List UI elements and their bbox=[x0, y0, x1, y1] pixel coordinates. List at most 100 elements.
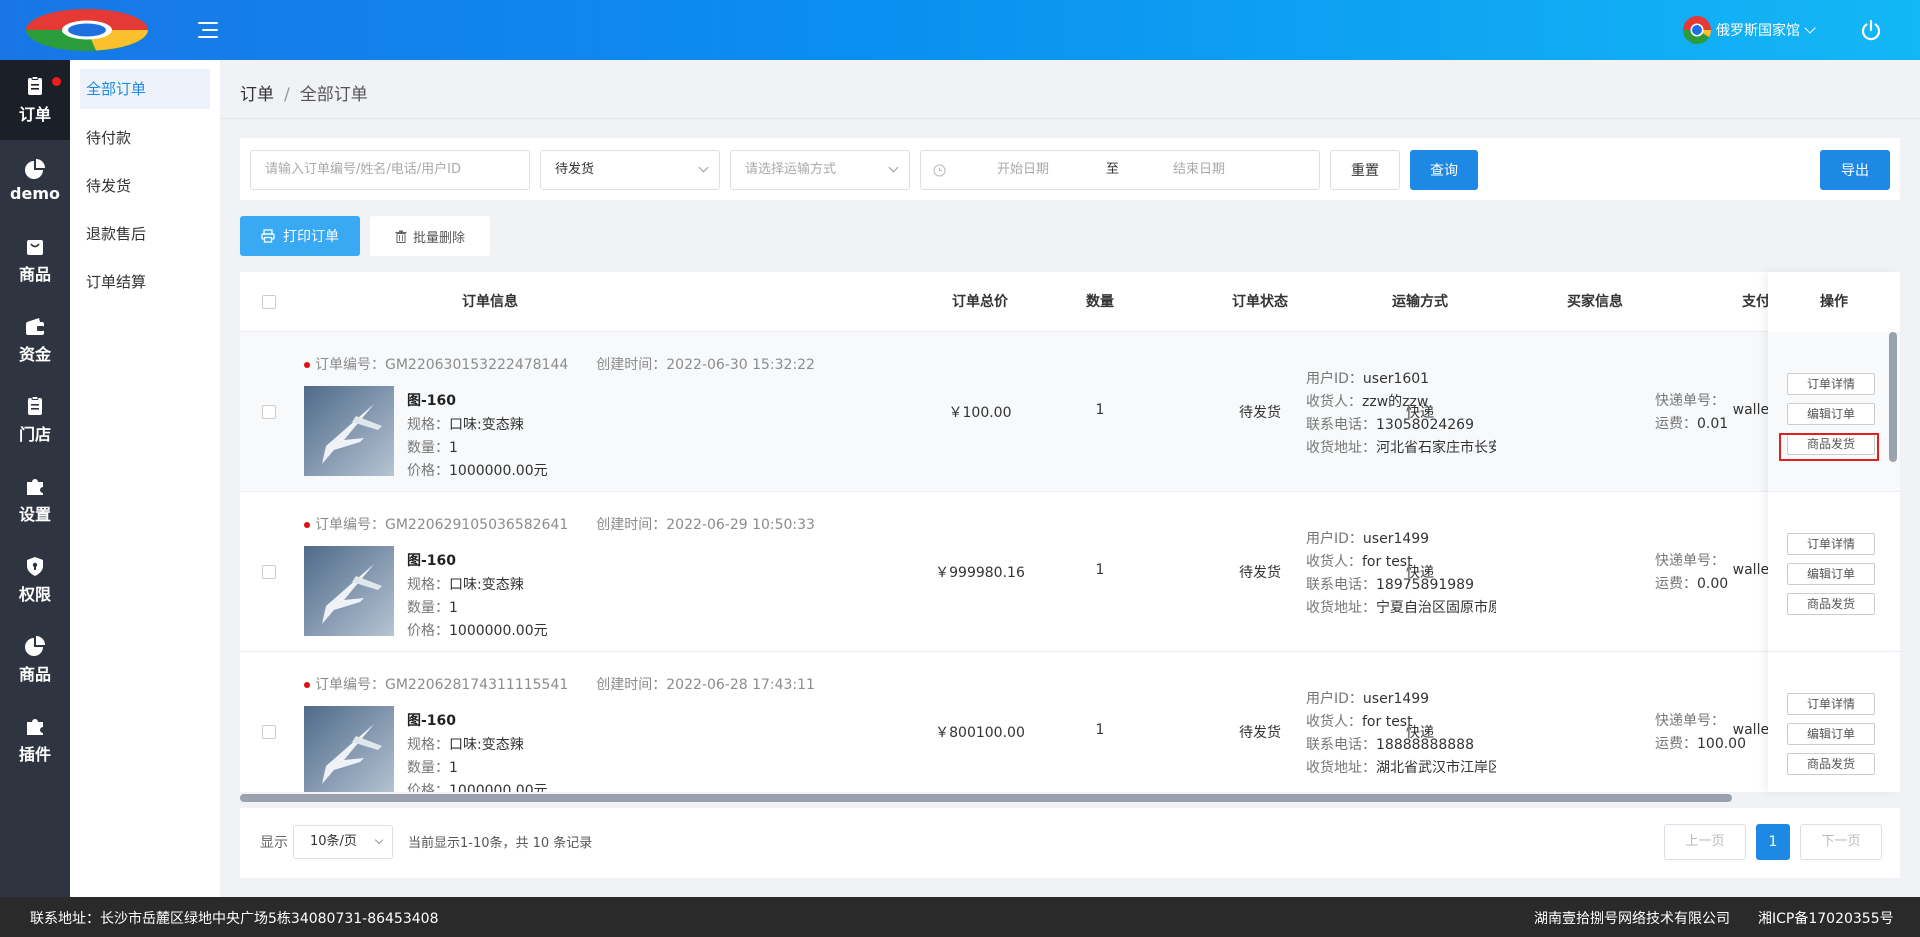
product-price: 价格：1000000.00元 bbox=[407, 623, 548, 639]
row-checkbox[interactable] bbox=[262, 725, 276, 739]
edit-order-button[interactable]: 编辑订单 bbox=[1787, 563, 1875, 585]
sidebar-item-stores[interactable]: 门店 bbox=[0, 380, 70, 460]
submenu-pending-payment[interactable]: 待付款 bbox=[80, 118, 210, 158]
notification-badge bbox=[52, 77, 61, 86]
next-page-button[interactable]: 下一页 bbox=[1800, 824, 1882, 860]
status-dot bbox=[304, 362, 310, 368]
submenu-all-orders[interactable]: 全部订单 bbox=[80, 69, 210, 109]
trash-icon bbox=[395, 230, 407, 243]
buyer-receiver: 收货人：for test bbox=[1306, 714, 1413, 730]
sidebar-item-plugins[interactable]: 插件 bbox=[0, 700, 70, 780]
col-status: 订单状态 bbox=[1232, 294, 1288, 310]
submenu-refund-aftersale[interactable]: 退款售后 bbox=[80, 214, 210, 254]
browser-logo[interactable] bbox=[26, 9, 148, 51]
chevron-down-icon[interactable] bbox=[1804, 22, 1816, 34]
product-spec: 规格：口味:变态辣 bbox=[407, 417, 524, 433]
reset-button[interactable]: 重置 bbox=[1330, 150, 1400, 190]
edit-order-button[interactable]: 编辑订单 bbox=[1787, 723, 1875, 745]
status-select[interactable]: 待发货 bbox=[540, 150, 720, 190]
created-label: 创建时间： bbox=[596, 357, 667, 373]
submenu: 全部订单 待付款 待发货 退款售后 订单结算 bbox=[70, 60, 220, 897]
sidebar-item-products[interactable]: 商品 bbox=[0, 220, 70, 300]
product-thumbnail[interactable] bbox=[304, 546, 394, 636]
order-no: GM220628174311115541 bbox=[385, 677, 569, 693]
power-icon[interactable] bbox=[1860, 19, 1882, 41]
sidebar-item-orders[interactable]: 订单 bbox=[0, 60, 70, 140]
search-input[interactable]: 请输入订单编号/姓名/电话/用户ID bbox=[250, 150, 530, 190]
sidebar-item-funds[interactable]: 资金 bbox=[0, 300, 70, 380]
filter-bar: 请输入订单编号/姓名/电话/用户ID 待发货 请选择运输方式 开始日期 至 结束… bbox=[240, 138, 1900, 200]
batch-delete-button[interactable]: 批量删除 bbox=[370, 216, 490, 256]
submenu-order-settlement[interactable]: 订单结算 bbox=[80, 262, 210, 302]
batch-delete-label: 批量删除 bbox=[412, 230, 465, 246]
highlight-box bbox=[1779, 433, 1879, 461]
buyer-receiver: 收货人：zzw的zzw bbox=[1306, 394, 1429, 410]
footer-icp[interactable]: 湘ICP备17020355号 bbox=[1758, 908, 1894, 928]
col-qty: 数量 bbox=[1086, 294, 1114, 310]
table-row: 订单编号：GM220628174311115541 创建时间：2022-06-28… bbox=[240, 652, 1900, 792]
breadcrumb-root[interactable]: 订单 bbox=[240, 85, 274, 105]
product-spec: 规格：口味:变态辣 bbox=[407, 577, 524, 593]
product-thumbnail[interactable] bbox=[304, 386, 394, 476]
tracking-number: 快递单号： bbox=[1655, 553, 1725, 569]
user-menu[interactable]: 俄罗斯国家馆 bbox=[1682, 14, 1816, 46]
order-status: 待发货 bbox=[1239, 405, 1281, 421]
order-count: 1 bbox=[1095, 722, 1105, 738]
created-label: 创建时间： bbox=[596, 517, 667, 533]
product-qty: 数量：1 bbox=[407, 600, 458, 616]
sidebar-item-demo[interactable]: demo bbox=[0, 140, 70, 220]
orders-table: 订单信息 订单总价 数量 订单状态 运输方式 买家信息 支付方法 订单编号：GM… bbox=[240, 272, 1900, 792]
vertical-scrollbar[interactable] bbox=[1889, 332, 1897, 462]
row-checkbox[interactable] bbox=[262, 405, 276, 419]
edit-order-button[interactable]: 编辑订单 bbox=[1787, 403, 1875, 425]
sidebar-item-label: 订单 bbox=[18, 105, 51, 124]
product-spec: 规格：口味:变态辣 bbox=[407, 737, 524, 753]
submenu-pending-shipment[interactable]: 待发货 bbox=[80, 166, 210, 206]
footer-company: 湖南壹拾捌号网络技术有限公司 bbox=[1534, 911, 1730, 927]
buyer-address: 收货地址：宁夏自治区固原市原州区 bbox=[1306, 600, 1496, 616]
select-all-checkbox[interactable] bbox=[262, 295, 276, 309]
status-dot bbox=[304, 682, 310, 688]
page-1-button[interactable]: 1 bbox=[1756, 824, 1790, 860]
horizontal-scrollbar[interactable] bbox=[240, 794, 1732, 802]
order-detail-button[interactable]: 订单详情 bbox=[1787, 693, 1875, 715]
product-qty: 数量：1 bbox=[407, 440, 458, 456]
tracking-number: 快递单号： bbox=[1655, 713, 1725, 729]
start-date-input[interactable]: 开始日期 bbox=[997, 151, 1049, 189]
user-name[interactable]: 俄罗斯国家馆 bbox=[1716, 20, 1800, 40]
created-time: 2022-06-28 17:43:11 bbox=[666, 677, 815, 693]
sidebar-item-goods[interactable]: 商品 bbox=[0, 620, 70, 700]
shipping-select[interactable]: 请选择运输方式 bbox=[730, 150, 910, 190]
clock-icon bbox=[933, 164, 946, 177]
sidebar-item-label: 商品 bbox=[18, 665, 51, 684]
date-range-picker[interactable]: 开始日期 至 结束日期 bbox=[920, 150, 1320, 190]
buyer-phone: 联系电话：13058024269 bbox=[1306, 417, 1474, 433]
buyer-address: 收货地址：湖北省武汉市江岸区 bbox=[1306, 760, 1496, 776]
row-checkbox[interactable] bbox=[262, 565, 276, 579]
buyer-uid: 用户ID：user1499 bbox=[1306, 691, 1430, 707]
page-size-select[interactable]: 10条/页 bbox=[293, 825, 393, 859]
product-thumbnail[interactable] bbox=[304, 706, 394, 792]
query-button[interactable]: 查询 bbox=[1410, 150, 1478, 190]
product-title: 图-160 bbox=[407, 713, 457, 729]
sidebar-item-permissions[interactable]: 权限 bbox=[0, 540, 70, 620]
created-time: 2022-06-30 15:32:22 bbox=[666, 357, 815, 373]
table-header: 订单信息 订单总价 数量 订单状态 运输方式 买家信息 支付方法 bbox=[240, 272, 1900, 332]
date-range-separator: 至 bbox=[1106, 162, 1120, 177]
ship-goods-button[interactable]: 商品发货 bbox=[1787, 593, 1875, 615]
order-detail-button[interactable]: 订单详情 bbox=[1787, 533, 1875, 555]
top-header: 俄罗斯国家馆 bbox=[0, 0, 1920, 60]
product-price: 价格：1000000.00元 bbox=[407, 783, 548, 792]
export-button[interactable]: 导出 bbox=[1820, 150, 1890, 190]
order-detail-button[interactable]: 订单详情 bbox=[1787, 373, 1875, 395]
ship-goods-button[interactable]: 商品发货 bbox=[1787, 753, 1875, 775]
freight-fee: 运费：0.00 bbox=[1655, 576, 1729, 592]
order-no: GM220629105036582641 bbox=[385, 517, 569, 533]
print-orders-button[interactable]: 打印订单 bbox=[240, 216, 360, 256]
end-date-input[interactable]: 结束日期 bbox=[1173, 151, 1225, 189]
hamburger-icon[interactable] bbox=[198, 20, 218, 40]
sidebar-item-settings[interactable]: 设置 bbox=[0, 460, 70, 540]
prev-page-button[interactable]: 上一页 bbox=[1664, 824, 1746, 860]
clipboard-icon bbox=[28, 76, 42, 95]
footer-address: 联系地址：长沙市岳麓区绿地中央广场5栋34080731-86453408 bbox=[30, 911, 439, 927]
